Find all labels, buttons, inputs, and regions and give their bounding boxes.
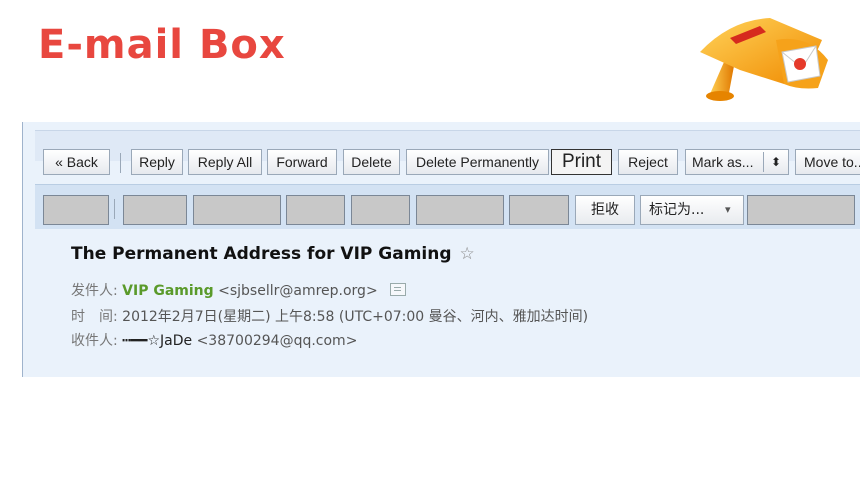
redacted-button[interactable] <box>123 195 187 225</box>
mark-as-label: Mark as... <box>692 154 754 170</box>
mark-as-cn-label: 标记为... <box>649 202 705 218</box>
reply-all-button[interactable]: Reply All <box>188 149 262 175</box>
forward-button[interactable]: Forward <box>267 149 337 175</box>
chinese-toolbar: 拒收 标记为... ▾ <box>35 184 860 229</box>
from-row: 发件人: VIP Gaming <sjbsellr@amrep.org> <box>71 280 407 300</box>
delete-button[interactable]: Delete <box>343 149 400 175</box>
star-icon[interactable]: ☆ <box>460 244 475 264</box>
from-label: 发件人: <box>71 283 118 299</box>
toolbar-separator <box>120 153 121 173</box>
delete-permanently-button[interactable]: Delete Permanently <box>406 149 549 175</box>
mailbox-icon <box>700 18 828 101</box>
redacted-button[interactable] <box>43 195 109 225</box>
redacted-button[interactable] <box>747 195 855 225</box>
recipient-email[interactable]: <38700294@qq.com> <box>197 333 358 349</box>
slide-title: E-mail Box <box>38 22 286 68</box>
message-header: The Permanent Address for VIP Gaming ☆ 发件… <box>45 230 860 377</box>
to-row: 收件人: ┅━━☆JaDe <38700294@qq.com> <box>71 330 357 350</box>
updown-arrows-icon: ⬍ <box>771 155 782 169</box>
recipient-name[interactable]: ┅━━☆JaDe <box>122 333 192 349</box>
redacted-button[interactable] <box>193 195 281 225</box>
redacted-button[interactable] <box>286 195 345 225</box>
reject-button[interactable]: Reject <box>618 149 678 175</box>
toolbar-separator <box>114 199 115 219</box>
subject-text: The Permanent Address for VIP Gaming <box>71 244 452 264</box>
time-row: 时 间: 2012年2月7日(星期二) 上午8:58 (UTC+07:00 曼谷… <box>71 306 588 326</box>
redacted-button[interactable] <box>351 195 410 225</box>
time-value: 2012年2月7日(星期二) 上午8:58 (UTC+07:00 曼谷、河内、雅… <box>122 309 589 325</box>
back-button[interactable]: « Back <box>43 149 110 175</box>
email-client-window: « Back Reply Reply All Forward Delete De… <box>22 122 860 377</box>
dropdown-divider <box>763 152 764 172</box>
english-toolbar: « Back Reply Reply All Forward Delete De… <box>35 130 860 175</box>
email-subject: The Permanent Address for VIP Gaming ☆ <box>71 244 475 264</box>
chevron-down-icon: ▾ <box>725 203 731 216</box>
contact-card-icon[interactable] <box>390 283 407 296</box>
sender-name[interactable]: VIP Gaming <box>122 283 214 299</box>
redacted-button[interactable] <box>509 195 569 225</box>
reply-button[interactable]: Reply <box>131 149 183 175</box>
time-label: 时 间: <box>71 309 118 325</box>
mark-as-dropdown[interactable]: Mark as... ⬍ <box>685 149 789 175</box>
redacted-button[interactable] <box>416 195 504 225</box>
mark-as-cn-dropdown[interactable]: 标记为... ▾ <box>640 195 744 225</box>
print-button[interactable]: Print <box>551 149 612 175</box>
reject-cn-button[interactable]: 拒收 <box>575 195 635 225</box>
sender-email[interactable]: <sjbsellr@amrep.org> <box>218 283 378 299</box>
move-to-dropdown[interactable]: Move to... <box>795 149 860 175</box>
to-label: 收件人: <box>71 333 118 349</box>
